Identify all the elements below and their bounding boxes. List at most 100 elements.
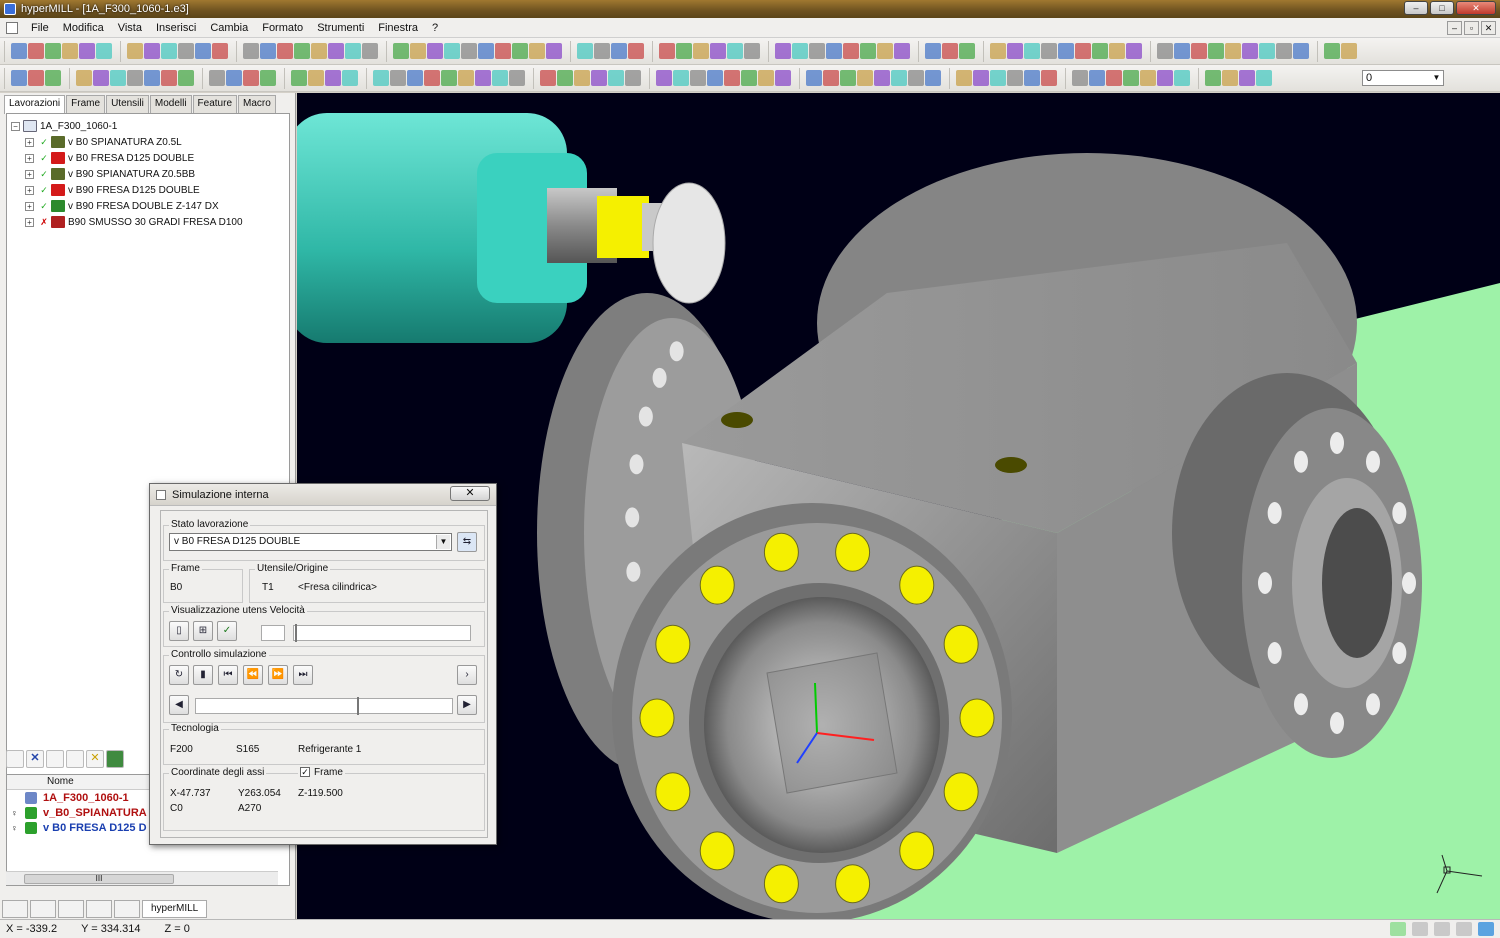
menu-strumenti[interactable]: Strumenti xyxy=(310,22,371,34)
tool-icon[interactable] xyxy=(28,43,44,59)
tool-icon[interactable] xyxy=(1092,43,1108,59)
tool-icon[interactable] xyxy=(710,43,726,59)
generate-icon[interactable] xyxy=(66,750,84,768)
tool-icon[interactable] xyxy=(826,43,842,59)
tool-icon[interactable] xyxy=(857,70,873,86)
tool-icon[interactable] xyxy=(611,43,627,59)
view-icon[interactable] xyxy=(1478,922,1494,936)
tool-icon[interactable] xyxy=(707,70,723,86)
tool-icon[interactable] xyxy=(212,43,228,59)
menu-inserisci[interactable]: Inserisci xyxy=(149,22,203,34)
tool-icon[interactable] xyxy=(161,43,177,59)
tool-icon[interactable] xyxy=(178,70,194,86)
tool-icon[interactable] xyxy=(127,43,143,59)
expand-icon[interactable]: + xyxy=(25,201,34,211)
visibility-icon[interactable]: ♀ xyxy=(11,823,21,833)
tool-icon[interactable] xyxy=(76,70,92,86)
tree-item[interactable]: + ✓ v B0 FRESA D125 DOUBLE xyxy=(25,150,194,166)
tool-icon[interactable] xyxy=(727,43,743,59)
tool-icon[interactable] xyxy=(557,70,573,86)
tool-icon[interactable] xyxy=(574,70,590,86)
tool-icon[interactable] xyxy=(144,70,160,86)
tool-icon[interactable] xyxy=(1024,70,1040,86)
tool-icon[interactable] xyxy=(1191,43,1207,59)
speed-box[interactable] xyxy=(261,625,285,641)
tool-icon[interactable] xyxy=(1293,43,1309,59)
tool-icon[interactable] xyxy=(744,43,760,59)
tool-icon[interactable] xyxy=(1007,43,1023,59)
tool-icon[interactable] xyxy=(96,43,112,59)
tool-icon[interactable] xyxy=(195,43,211,59)
tool-icon[interactable] xyxy=(843,43,859,59)
tool-icon[interactable] xyxy=(1225,43,1241,59)
tool-icon[interactable] xyxy=(458,70,474,86)
dialog-title-bar[interactable]: Simulazione interna ✕ xyxy=(150,484,496,506)
tool-icon[interactable] xyxy=(1106,70,1122,86)
tool-icon[interactable] xyxy=(724,70,740,86)
tool-icon[interactable] xyxy=(1174,70,1190,86)
step-back-button[interactable]: ◀ xyxy=(169,695,189,715)
tool-icon[interactable] xyxy=(806,70,822,86)
tool-icon[interactable] xyxy=(925,43,941,59)
tab-book-icon[interactable] xyxy=(114,900,140,918)
tool-icon[interactable] xyxy=(1242,43,1258,59)
tab-modelli[interactable]: Modelli xyxy=(149,95,192,113)
chevron-down-icon[interactable]: ▼ xyxy=(1431,72,1442,84)
tool-icon[interactable] xyxy=(659,43,675,59)
expand-icon[interactable]: + xyxy=(25,217,34,227)
frame-checkbox[interactable]: ✓ Frame xyxy=(298,767,345,778)
tool-icon[interactable] xyxy=(990,43,1006,59)
tree-item[interactable]: + ✗ B90 SMUSSO 30 GRADI FRESA D100 xyxy=(25,214,243,230)
tool-icon[interactable] xyxy=(591,70,607,86)
speed-slider-thumb[interactable] xyxy=(295,624,297,642)
tool-icon[interactable] xyxy=(823,70,839,86)
tool-icon[interactable] xyxy=(342,70,358,86)
tab-feature[interactable]: Feature xyxy=(192,95,238,113)
tool-icon[interactable] xyxy=(956,70,972,86)
tool-icon[interactable] xyxy=(260,70,276,86)
tool-icon[interactable] xyxy=(973,70,989,86)
tool-icon[interactable] xyxy=(209,70,225,86)
tool-icon[interactable] xyxy=(1089,70,1105,86)
layer-icon[interactable] xyxy=(1456,922,1472,936)
tool-icon[interactable] xyxy=(625,70,641,86)
tool-icon[interactable] xyxy=(676,43,692,59)
tool-icon[interactable] xyxy=(1007,70,1023,86)
tool-icon[interactable] xyxy=(178,43,194,59)
horizontal-scrollbar[interactable]: III xyxy=(6,871,278,885)
menu-help[interactable]: ? xyxy=(425,22,445,34)
tool-icon[interactable] xyxy=(311,43,327,59)
snap-icon[interactable] xyxy=(1390,922,1406,936)
tool-icon[interactable] xyxy=(161,70,177,86)
tool-icon[interactable] xyxy=(758,70,774,86)
tool-icon[interactable] xyxy=(362,43,378,59)
tool-icon[interactable] xyxy=(894,43,910,59)
menu-formato[interactable]: Formato xyxy=(255,22,310,34)
tool-icon[interactable] xyxy=(1041,70,1057,86)
tool-icon[interactable] xyxy=(461,43,477,59)
tool-icon[interactable] xyxy=(325,70,341,86)
delete-icon[interactable]: ✕ xyxy=(26,750,44,768)
tool-icon[interactable] xyxy=(475,70,491,86)
tool-icon[interactable] xyxy=(942,43,958,59)
tool-icon[interactable] xyxy=(144,43,160,59)
tool-icon[interactable] xyxy=(294,43,310,59)
tool-icon[interactable] xyxy=(509,70,525,86)
fast-forward-button[interactable]: ⏩ xyxy=(268,665,288,685)
tool-icon[interactable] xyxy=(874,70,890,86)
tool-icon[interactable] xyxy=(540,70,556,86)
tool-icon[interactable] xyxy=(840,70,856,86)
tree-root[interactable]: − 1A_F300_1060-1 xyxy=(11,118,117,134)
tool-icon[interactable] xyxy=(1259,43,1275,59)
expand-icon[interactable]: + xyxy=(25,137,34,147)
tree-item[interactable]: + ✓ v B90 FRESA D125 DOUBLE xyxy=(25,182,200,198)
tab-frame[interactable]: Frame xyxy=(66,95,106,113)
tab-edit-icon[interactable] xyxy=(30,900,56,918)
tree-item[interactable]: + ✓ v B90 FRESA DOUBLE Z-147 DX xyxy=(25,198,219,214)
tool-icon[interactable] xyxy=(1126,43,1142,59)
tool-icon[interactable] xyxy=(860,43,876,59)
tool-icon[interactable] xyxy=(393,43,409,59)
tool-icon[interactable] xyxy=(1157,43,1173,59)
tool-icon[interactable] xyxy=(1174,43,1190,59)
speed-slider[interactable] xyxy=(293,625,471,641)
